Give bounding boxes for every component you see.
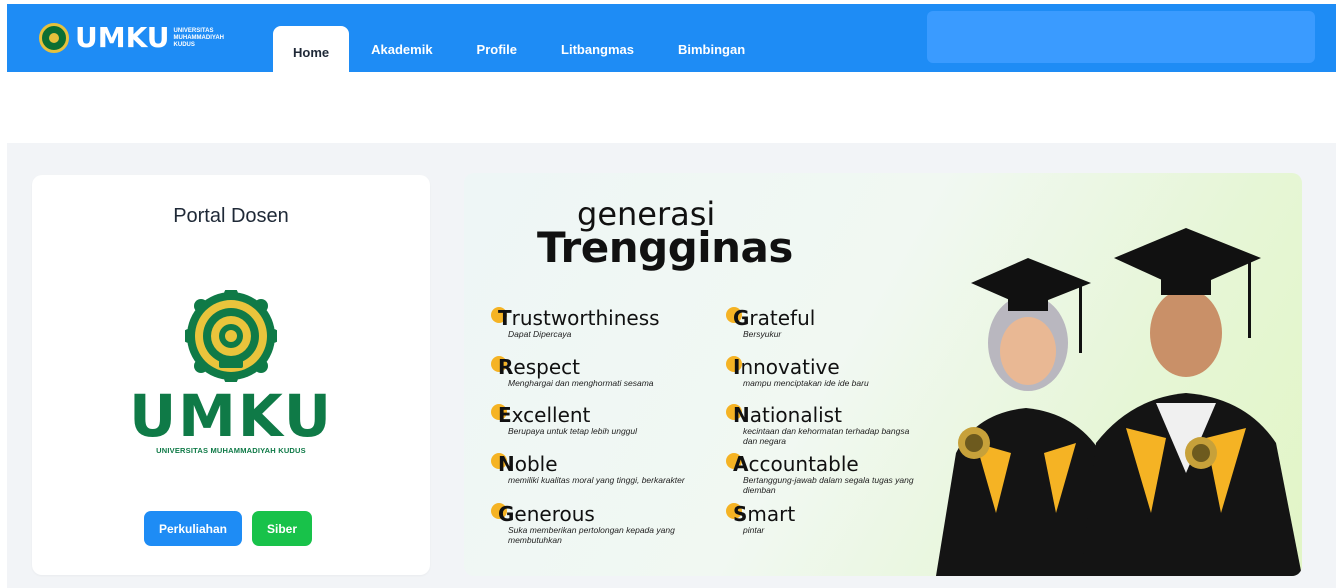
value-desc: kecintaan dan kehormatan terhadap bangsa… [743,426,910,446]
logo-subtitle: UNIVERSITAS MUHAMMADIYAH KUDUS [174,28,224,49]
value-desc: pintar [743,525,765,535]
main-tabs: Home Akademik Profile Litbangmas Bimbing… [273,26,767,72]
graduate-male-illustration [1081,228,1302,576]
value-desc: Menghargai dan menghormati sesama [508,378,654,388]
value-item: Noble memiliki kualitas moral yang tingg… [491,452,688,485]
value-desc: memiliki kualitas moral yang tinggi, ber… [508,475,685,485]
value-initial: S [733,502,748,526]
value-item: Excellent Berupaya untuk tetap lebih ung… [491,403,688,436]
tab-home[interactable]: Home [273,26,350,72]
tab-akademik[interactable]: Akademik [349,26,454,72]
trengginas-banner: generasi Trengginas Trustworthiness Dapa… [464,173,1302,576]
umku-seal-icon [185,290,277,382]
value-word: ccountable [748,452,859,476]
value-initial: A [733,452,749,476]
value-word: oble [514,452,558,476]
value-initial: T [498,306,512,330]
value-desc: Bersyukur [743,329,782,339]
value-word: espect [513,355,580,379]
value-desc: Dapat Dipercaya [508,329,572,339]
logo-sub-line: KUDUS [173,41,195,48]
value-item: Innovative mampu menciptakan ide ide bar… [726,355,923,388]
value-initial: E [498,403,512,427]
umku-emblem-icon [39,23,69,53]
portal-card: Portal Dosen UMKU UNIVERSITAS MUHAMMADIY… [32,175,430,575]
value-word: xcellent [511,403,591,427]
value-item: Grateful Bersyukur [726,306,923,339]
main-content: Portal Dosen UMKU UNIVERSITAS MUHAMMADIY… [7,143,1336,588]
value-item: Accountable Bertanggung-jawab dalam sega… [726,452,923,495]
portal-buttons: Perkuliahan Siber [144,511,312,546]
value-initial: G [498,502,515,526]
value-item: Generous Suka memberikan pertolongan kep… [491,502,688,545]
umku-logo[interactable]: UMKU UNIVERSITAS MUHAMMADIYAH KUDUS [39,22,224,54]
value-initial: G [733,306,750,330]
umku-wordmark: UMKU [129,382,333,450]
value-desc: Bertanggung-jawab dalam segala tugas yan… [743,475,914,495]
value-item: Trustworthiness Dapat Dipercaya [491,306,688,339]
value-item: Nationalist kecintaan dan kehormatan ter… [726,403,923,446]
value-item: Respect Menghargai dan menghormati sesam… [491,355,688,388]
value-item: Smart pintar [726,502,923,535]
perkuliahan-button[interactable]: Perkuliahan [144,511,242,546]
logo-sub-line: UNIVERSITAS [173,27,214,34]
banner-big-title: Trengginas [537,223,793,272]
value-desc: Suka memberikan pertolongan kepada yang … [508,525,675,545]
siber-button[interactable]: Siber [252,511,312,546]
tab-litbangmas[interactable]: Litbangmas [539,26,656,72]
umku-caption: UNIVERSITAS MUHAMMADIYAH KUDUS [156,446,306,455]
logo-sub-line: MUHAMMADIYAH [173,34,224,41]
portal-title: Portal Dosen [173,205,289,227]
value-word: nnovative [740,355,840,379]
value-word: enerous [514,502,595,526]
value-word: mart [747,502,796,526]
header-search-box[interactable] [927,11,1315,63]
graduates-photo [936,228,1302,576]
value-word: ationalist [749,403,842,427]
value-desc: Berupaya untuk tetap lebih unggul [508,426,638,436]
value-initial: N [733,403,750,427]
top-navbar: UMKU UNIVERSITAS MUHAMMADIYAH KUDUS Home… [7,4,1336,72]
value-word: rustworthiness [511,306,660,330]
value-word: rateful [749,306,816,330]
value-desc: mampu menciptakan ide ide baru [743,378,869,388]
tab-bimbingan[interactable]: Bimbingan [656,26,767,72]
tab-profile[interactable]: Profile [455,26,539,72]
logo-word: UMKU [75,21,170,54]
value-initial: N [498,452,515,476]
value-initial: R [498,355,514,379]
